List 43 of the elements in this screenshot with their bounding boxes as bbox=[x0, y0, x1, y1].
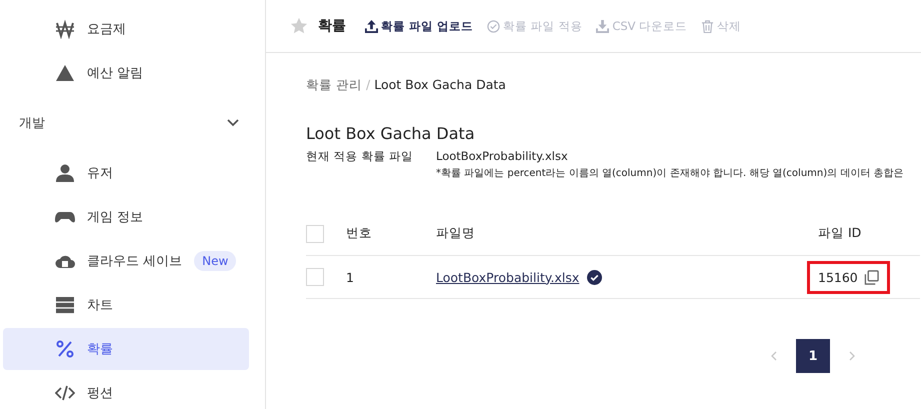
sidebar-group[interactable]: 개발 bbox=[3, 98, 249, 148]
warning-icon bbox=[55, 63, 75, 83]
note-text: *확률 파일에는 percent라는 이름의 열(column)이 존재해야 합니다. 해당 열(column)의 데이터 총합은 bbox=[436, 167, 904, 180]
upload-icon bbox=[365, 20, 378, 32]
prev-page-icon[interactable] bbox=[770, 350, 778, 362]
column-header: 파일명 bbox=[436, 225, 476, 242]
download-icon bbox=[596, 20, 610, 32]
breadcrumb-separator: / bbox=[366, 77, 370, 94]
next-page-icon[interactable] bbox=[848, 350, 856, 362]
toolbar-button[interactable]: 확률 파일 업로드 bbox=[360, 18, 478, 34]
page-heading: Loot Box Gacha Data bbox=[306, 124, 476, 143]
page-button[interactable]: 1 bbox=[796, 339, 830, 373]
trash-icon bbox=[701, 20, 714, 32]
chevron-icon bbox=[227, 119, 239, 127]
check-icon bbox=[487, 20, 500, 32]
file-link[interactable]: LootBoxProbability.xlsx bbox=[436, 270, 580, 284]
sidebar-item[interactable]: 유저 bbox=[3, 152, 249, 194]
table-cell: 15160 bbox=[818, 270, 858, 284]
new-badge: New bbox=[194, 251, 236, 271]
field-label: 현재 적용 확률 파일 bbox=[306, 149, 414, 165]
row-checkbox[interactable] bbox=[306, 268, 324, 286]
copy-icon[interactable] bbox=[864, 270, 879, 284]
select-all-checkbox[interactable] bbox=[306, 224, 324, 242]
sidebar-item[interactable]: 확률 bbox=[3, 328, 249, 370]
column-header: 번호 bbox=[346, 225, 373, 242]
table-cell-text: 1 bbox=[346, 270, 355, 284]
column-header: 파일 ID bbox=[818, 225, 862, 242]
sidebar-item[interactable]: 요금제 bbox=[3, 8, 249, 50]
breadcrumb-item: Loot Box Gacha Data bbox=[374, 77, 506, 94]
breadcrumb-item[interactable]: 확률 관리 bbox=[306, 77, 362, 94]
code-icon bbox=[55, 383, 75, 403]
sidebar-item[interactable]: 펑션 bbox=[3, 372, 249, 409]
sidebar-item[interactable]: 게임 정보 bbox=[3, 196, 249, 238]
sidebar-item[interactable]: 예산 알림 bbox=[3, 52, 249, 94]
field-value: LootBoxProbability.xlsx bbox=[436, 149, 569, 163]
page-title: 확률 bbox=[318, 17, 346, 35]
percent-icon bbox=[55, 339, 75, 359]
user-icon bbox=[55, 163, 75, 183]
server-icon bbox=[55, 295, 75, 315]
sidebar-item[interactable]: 차트 bbox=[3, 284, 249, 326]
won-icon bbox=[55, 19, 75, 39]
star-icon[interactable] bbox=[290, 17, 308, 35]
sidebar-item[interactable]: 클라우드 세이브 New bbox=[3, 240, 249, 282]
